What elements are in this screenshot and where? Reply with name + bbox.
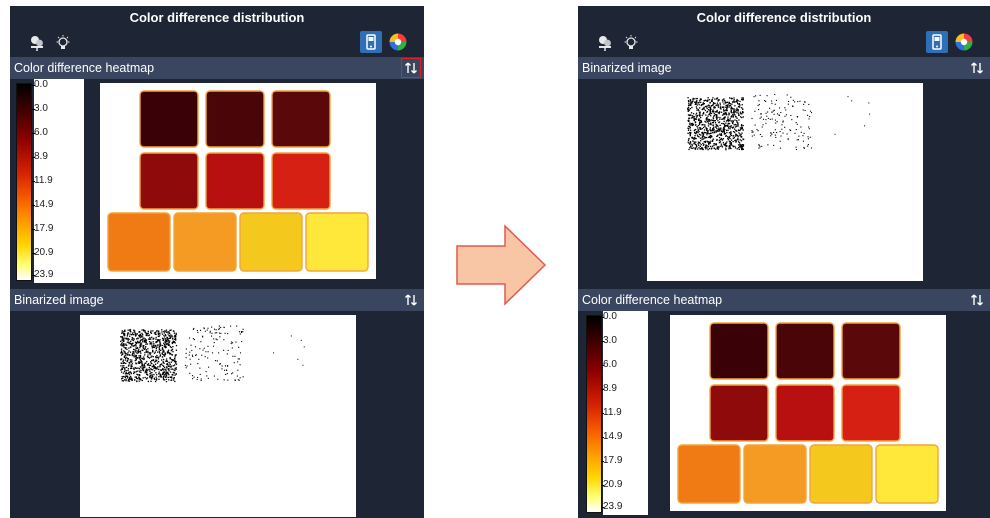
colorbar-ticks: 0.0 3.0 6.0 8.9 11.9 14.9 17.9 20.9 23.9 <box>600 311 648 515</box>
color-wheel-icon[interactable] <box>388 32 408 52</box>
heatmap-tile <box>809 444 873 504</box>
colorbar-tick: 3.0 <box>32 103 48 114</box>
panel-title: Color difference distribution <box>578 6 990 30</box>
lightbulb-icon[interactable] <box>54 34 72 52</box>
objects-icon[interactable] <box>28 34 46 52</box>
section-title: Color difference heatmap <box>14 61 155 75</box>
section-header-heatmap: Color difference heatmap <box>578 289 990 311</box>
right-arrow-icon <box>455 224 547 311</box>
heatmap-tile <box>743 444 807 504</box>
colorbar-tick: 8.9 <box>601 383 617 394</box>
panel-title: Color difference distribution <box>10 6 424 30</box>
heatmap-tile <box>107 212 171 272</box>
heatmap-tile <box>271 90 331 148</box>
colorbar-tick: 14.9 <box>31 199 54 210</box>
toolbar <box>578 30 990 57</box>
objects-icon[interactable] <box>596 34 614 52</box>
heatmap-tile <box>239 212 303 272</box>
colorbar-tick: 11.9 <box>32 175 53 186</box>
colorbar-tick: 23.9 <box>31 269 54 280</box>
colorbar-tick: 23.9 <box>600 501 623 512</box>
heatmap-tile <box>775 322 835 380</box>
section-title: Color difference heatmap <box>582 293 723 307</box>
colorbar-tick: 17.9 <box>600 455 623 466</box>
colorbar-tick: 0.0 <box>601 311 617 322</box>
colorbar <box>16 83 32 281</box>
colorbar-tick: 17.9 <box>31 223 54 234</box>
phone-display-icon[interactable] <box>926 31 948 53</box>
heatmap-tile <box>139 152 199 210</box>
heatmap-tile <box>271 152 331 210</box>
heatmap-image <box>670 315 946 511</box>
colorbar-tick: 11.9 <box>601 407 622 418</box>
colorbar-tick: 8.9 <box>32 151 48 162</box>
heatmap-tile <box>709 322 769 380</box>
colorbar-tick: 6.0 <box>601 359 617 370</box>
section-title: Binarized image <box>582 61 672 75</box>
colorbar-tick: 14.9 <box>600 431 623 442</box>
heatmap-tile <box>173 212 237 272</box>
swap-vertical-icon[interactable] <box>968 291 986 309</box>
section-title: Binarized image <box>14 293 104 307</box>
heatmap-image <box>100 83 376 279</box>
section-header-binarized: Binarized image <box>10 289 424 311</box>
binarized-section <box>10 311 424 517</box>
heatmap-tile <box>677 444 741 504</box>
right-panel: Color difference distribution Binarized … <box>578 6 990 518</box>
swap-vertical-icon[interactable] <box>401 58 421 78</box>
color-wheel-icon[interactable] <box>954 32 974 52</box>
swap-vertical-icon[interactable] <box>968 59 986 77</box>
toolbar <box>10 30 424 57</box>
colorbar-tick: 20.9 <box>31 247 54 258</box>
heatmap-section: 0.0 3.0 6.0 8.9 11.9 14.9 17.9 20.9 23.9 <box>578 311 990 517</box>
section-header-binarized: Binarized image <box>578 57 990 79</box>
heatmap-section: 0.0 3.0 6.0 8.9 11.9 14.9 17.9 20.9 23.9 <box>10 79 424 289</box>
colorbar-tick: 20.9 <box>600 479 623 490</box>
phone-display-icon[interactable] <box>360 31 382 53</box>
binarized-section <box>578 79 990 289</box>
heatmap-tile <box>841 322 901 380</box>
heatmap-tile <box>775 384 835 442</box>
lightbulb-icon[interactable] <box>622 34 640 52</box>
left-panel: Color difference distribution Color diff… <box>10 6 424 518</box>
binarized-image <box>80 315 356 517</box>
swap-vertical-icon[interactable] <box>402 291 420 309</box>
heatmap-tile <box>875 444 939 504</box>
heatmap-tile <box>205 152 265 210</box>
heatmap-tile <box>709 384 769 442</box>
colorbar-ticks: 0.0 3.0 6.0 8.9 11.9 14.9 17.9 20.9 23.9 <box>31 79 84 283</box>
colorbar-tick: 6.0 <box>32 127 48 138</box>
heatmap-tile <box>139 90 199 148</box>
binarized-speckles <box>120 325 305 383</box>
heatmap-tile <box>205 90 265 148</box>
section-header-heatmap: Color difference heatmap <box>10 57 424 79</box>
heatmap-tile <box>305 212 369 272</box>
colorbar <box>586 315 602 513</box>
binarized-image <box>647 83 923 281</box>
binarized-speckles <box>687 93 871 151</box>
heatmap-tile <box>841 384 901 442</box>
colorbar-tick: 3.0 <box>601 335 617 346</box>
colorbar-tick: 0.0 <box>32 79 48 90</box>
